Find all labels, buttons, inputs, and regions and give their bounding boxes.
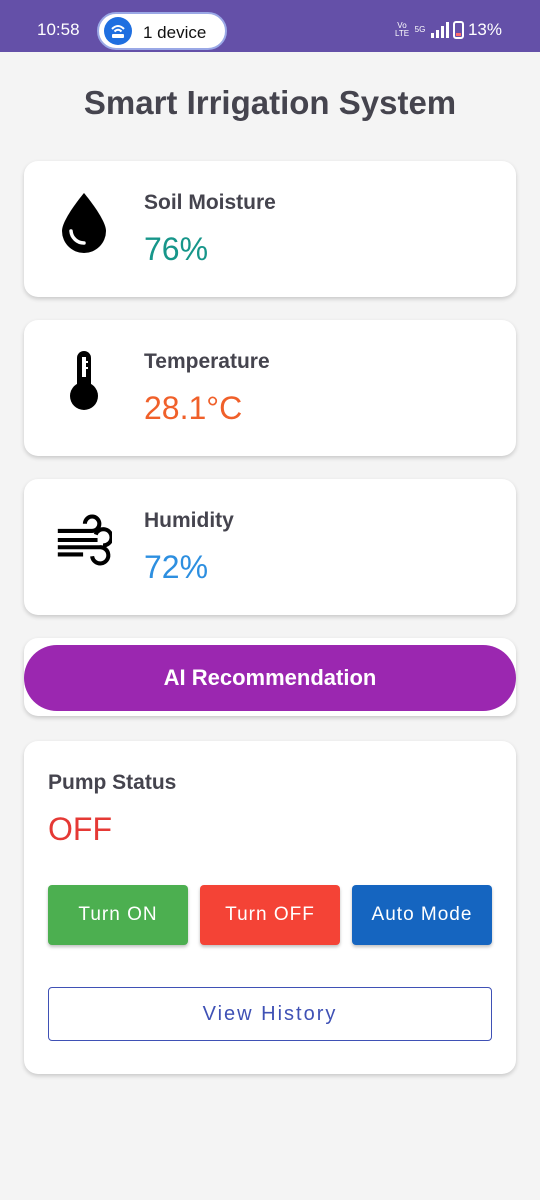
pump-status-card: Pump Status OFF Turn ON Turn OFF Auto Mo… bbox=[24, 741, 516, 1074]
signal-strength-icon bbox=[430, 22, 449, 38]
connected-device-chip[interactable]: 1 device bbox=[97, 12, 227, 50]
device-chip-label: 1 device bbox=[143, 23, 207, 42]
view-history-button[interactable]: View History bbox=[48, 987, 492, 1041]
sensor-label: Temperature bbox=[144, 350, 270, 373]
page-title: Smart Irrigation System bbox=[83, 84, 457, 121]
thermometer-icon bbox=[56, 348, 112, 414]
sensor-value: 72% bbox=[144, 549, 209, 585]
air-wind-icon bbox=[56, 507, 112, 573]
ai-recommendation-card: AI Recommendation bbox=[24, 638, 516, 716]
sensor-label: Soil Moisture bbox=[144, 191, 276, 214]
volte-indicator: Vo LTE bbox=[394, 21, 410, 38]
soil-moisture-card: Soil Moisture 76% bbox=[24, 161, 516, 297]
ai-recommendation-button[interactable]: AI Recommendation bbox=[24, 645, 516, 711]
pump-status-value: OFF bbox=[48, 811, 112, 847]
status-bar: 10:58 1 device Vo LTE 5G 13% bbox=[0, 0, 540, 52]
wifi-router-icon bbox=[104, 17, 132, 45]
auto-mode-button[interactable]: Auto Mode bbox=[352, 885, 492, 945]
humidity-card: Humidity 72% bbox=[24, 479, 516, 615]
temperature-card: Temperature 28.1°C bbox=[24, 320, 516, 456]
battery-icon bbox=[452, 21, 464, 39]
sensor-value: 28.1°C bbox=[144, 390, 243, 426]
status-indicators: Vo LTE 5G 13% bbox=[395, 20, 502, 40]
sensor-value: 76% bbox=[144, 231, 209, 267]
turn-on-button[interactable]: Turn ON bbox=[48, 885, 188, 945]
sensor-label: Humidity bbox=[144, 509, 234, 532]
pump-status-label: Pump Status bbox=[48, 771, 177, 794]
water-drop-icon bbox=[56, 189, 112, 255]
network-type-indicator: 5G bbox=[414, 25, 426, 34]
status-time: 10:58 bbox=[37, 20, 80, 39]
battery-percent: 13% bbox=[467, 20, 502, 39]
turn-off-button[interactable]: Turn OFF bbox=[200, 885, 340, 945]
